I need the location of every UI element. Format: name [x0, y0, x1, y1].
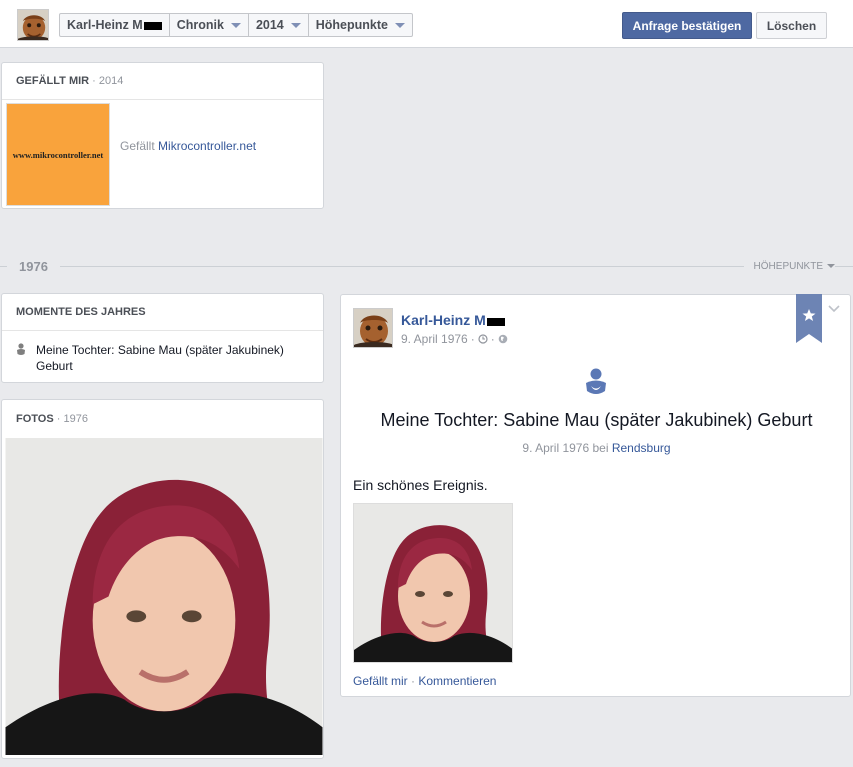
event-subtitle: 9. April 1976 bei Rendsburg	[341, 441, 852, 455]
likes-entry: Gefällt Mikrocontroller.net	[120, 139, 256, 153]
crumb-timeline[interactable]: Chronik	[170, 14, 249, 36]
year-divider: 1976 HÖHEPUNKTE	[0, 256, 853, 278]
meta-separator: ·	[490, 332, 495, 346]
event-title: Meine Tochter: Sabine Mau (später Jakubi…	[380, 410, 813, 430]
post-author-name[interactable]: Karl-Heinz M	[401, 312, 505, 328]
moment-item-text: Meine Tochter: Sabine Mau (später Jakubi…	[36, 343, 284, 373]
action-separator: ·	[411, 674, 416, 688]
avatar-image	[18, 10, 49, 41]
redaction-bar	[486, 318, 505, 327]
life-event-post: Karl-Heinz M 9. April 1976 · · Meine Toc…	[340, 294, 851, 697]
likes-card: GEFÄLLT MIR · 2014 www.mikrocontroller.n…	[1, 62, 324, 209]
post-author-avatar-image	[354, 309, 393, 348]
photo-image	[5, 438, 323, 755]
event-at: bei	[592, 441, 609, 455]
event-place-link[interactable]: Rendsburg	[612, 441, 671, 455]
crumb-profile-name[interactable]: Karl-Heinz M	[60, 14, 170, 36]
chevron-down-icon	[230, 22, 241, 28]
meta-separator: ·	[470, 332, 475, 346]
top-bar: Karl-Heinz M Chronik 2014 Höhepunkte Anf…	[0, 0, 853, 48]
likes-card-header: GEFÄLLT MIR · 2014	[2, 63, 323, 100]
post-date[interactable]: 9. April 1976	[401, 332, 468, 346]
highlights-filter[interactable]: HÖHEPUNKTE	[743, 256, 835, 278]
event-date: 9. April 1976	[522, 441, 590, 455]
moments-card-title: MOMENTE DES JAHRES	[16, 306, 146, 318]
comment-link[interactable]: Kommentieren	[418, 674, 496, 688]
likes-card-title: GEFÄLLT MIR	[16, 75, 90, 87]
crumb-timeline-label: Chronik	[176, 18, 224, 32]
crumb-year-label: 2014	[255, 18, 284, 32]
post-author-name-label: Karl-Heinz M	[401, 312, 486, 328]
crumb-profile-name-label: Karl-Heinz M	[67, 18, 143, 32]
likes-entry-prefix: Gefällt	[120, 139, 155, 153]
photo-thumbnail[interactable]	[5, 438, 323, 755]
post-photo-image	[354, 504, 513, 663]
year-label: 1976	[7, 256, 60, 278]
chevron-down-icon	[394, 22, 405, 28]
photos-card: FOTOS · 1976	[1, 399, 324, 759]
crumb-year[interactable]: 2014	[249, 14, 309, 36]
liked-page-thumbnail[interactable]: www.mikrocontroller.net	[6, 103, 110, 206]
highlights-filter-label: HÖHEPUNKTE	[753, 261, 823, 272]
post-meta: 9. April 1976 · ·	[401, 332, 508, 346]
baby-icon	[16, 342, 36, 374]
chevron-down-icon	[290, 22, 301, 28]
post-author-avatar[interactable]	[353, 308, 393, 348]
redaction-bar	[143, 22, 162, 30]
profile-avatar[interactable]	[17, 9, 49, 41]
post-photo[interactable]	[353, 503, 513, 663]
globe-icon[interactable]	[498, 334, 508, 344]
post-actions: Gefällt mir · Kommentieren	[353, 674, 496, 688]
confirm-request-button[interactable]: Anfrage bestätigen	[622, 12, 752, 39]
year-divider-line	[0, 266, 853, 267]
moments-card-header: MOMENTE DES JAHRES	[2, 294, 323, 331]
post-text: Ein schönes Ereignis.	[353, 477, 488, 493]
crumb-filter[interactable]: Höhepunkte	[309, 14, 412, 36]
liked-page-thumbnail-text: www.mikrocontroller.net	[12, 149, 104, 160]
photos-card-year: 1976	[63, 412, 88, 425]
clock-icon	[478, 334, 488, 344]
highlight-star-ribbon[interactable]	[796, 294, 822, 343]
crumb-filter-label: Höhepunkte	[315, 18, 388, 32]
delete-request-button[interactable]: Löschen	[756, 12, 827, 39]
photos-card-header: FOTOS · 1976	[16, 412, 88, 425]
likes-card-year: 2014	[98, 75, 124, 87]
moment-item[interactable]: Meine Tochter: Sabine Mau (später Jakubi…	[16, 342, 306, 374]
liked-page-link[interactable]: Mikrocontroller.net	[158, 139, 256, 153]
photos-card-title: FOTOS	[16, 412, 54, 425]
moments-card: MOMENTE DES JAHRES Meine Tochter: Sabine…	[1, 293, 324, 383]
breadcrumb: Karl-Heinz M Chronik 2014 Höhepunkte	[59, 13, 413, 37]
like-link[interactable]: Gefällt mir	[353, 674, 408, 688]
baby-icon	[586, 368, 606, 394]
chevron-down-icon[interactable]	[828, 305, 840, 313]
chevron-down-icon	[827, 264, 835, 269]
